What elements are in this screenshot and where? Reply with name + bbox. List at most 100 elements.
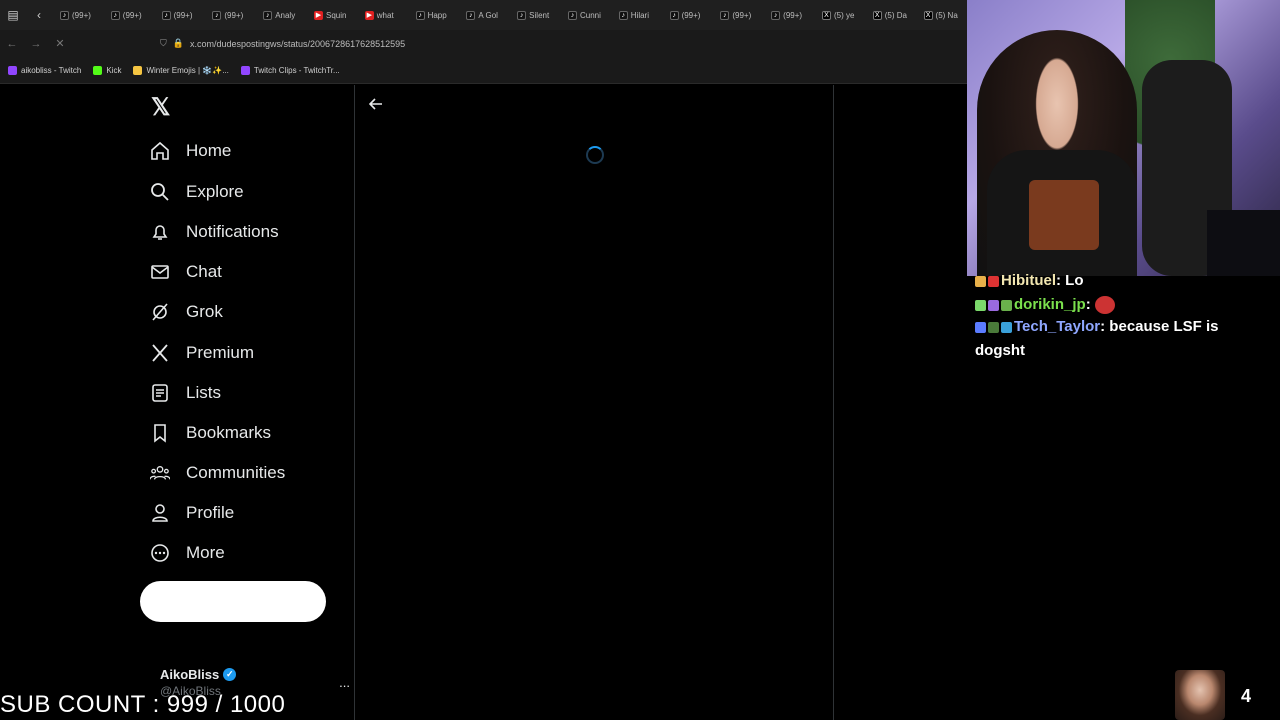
home-icon — [150, 141, 170, 161]
browser-tab[interactable]: ♪ Analy — [255, 0, 306, 30]
browser-tab[interactable]: ♪ Happ — [408, 0, 459, 30]
tab-label: (99+) — [732, 10, 752, 20]
tab-label: (99+) — [122, 10, 142, 20]
browser-tab[interactable]: ♪ A Gol — [458, 0, 509, 30]
sidebar-item-home[interactable]: Home — [150, 131, 231, 171]
browser-tab[interactable]: X (5) ye — [814, 0, 865, 30]
x-sidebar: 𝕏 Home Explore Notifications Chat Grok Premiu… — [140, 85, 354, 720]
bookmarks-bar: aikobliss - Twitch Kick Winter Emojis | ❄️… — [0, 57, 967, 84]
sidebar-item-label: Explore — [186, 182, 244, 201]
x-favicon-icon: X — [821, 10, 831, 20]
sidebar-item-premium[interactable]: Premium — [150, 333, 254, 373]
tiktok-favicon-icon: ♪ — [415, 10, 425, 20]
bookmark-item[interactable]: aikobliss - Twitch — [8, 65, 81, 75]
tab-label: (99+) — [173, 10, 193, 20]
tiktok-favicon-icon: ♪ — [567, 10, 577, 20]
tab-label: (99+) — [783, 10, 803, 20]
counter-number: 4 — [1241, 686, 1252, 706]
tab-label: Squin — [325, 10, 347, 20]
chat-message: dorikin_jp: — [975, 293, 1245, 317]
more-circle-icon — [150, 543, 170, 563]
bookmark-item[interactable]: Winter Emojis | ❄️✨... — [133, 65, 229, 75]
tiktok-favicon-icon: ♪ — [771, 10, 781, 20]
bookmark-item[interactable]: Twitch Clips - TwitchTr... — [240, 65, 340, 75]
verified-badge-icon: ✓ — [223, 668, 237, 681]
sidebar-item-grok[interactable]: Grok — [150, 292, 223, 332]
url-field[interactable]: ⛉ 🔒 x.com/dudespostingws/status/20067286… — [160, 38, 405, 49]
browser-tab[interactable]: ♪ Cunni — [560, 0, 611, 30]
url-text: x.com/dudespostingws/status/200672861762… — [189, 38, 406, 49]
chat-username: Tech_Taylor — [1014, 318, 1101, 335]
tiktok-favicon-icon: ♪ — [517, 10, 527, 20]
sidebar-item-profile[interactable]: Profile — [150, 493, 234, 533]
x-page: 𝕏 Home Explore Notifications Chat Grok Premiu… — [0, 85, 967, 720]
forward-nav-icon[interactable]: → — [24, 38, 48, 50]
tab-scroll-left-icon[interactable]: ‹ — [26, 0, 52, 30]
browser-tab[interactable]: ♪ Hilari — [611, 0, 662, 30]
x-favicon-icon: X — [923, 10, 933, 20]
badge-icon — [975, 321, 986, 333]
stream-chat: Hibituel: Lo dorikin_jp: Tech_Taylor: be… — [967, 272, 1280, 720]
browser-tab[interactable]: ♪ (99+) — [154, 0, 205, 30]
people-icon — [150, 463, 170, 483]
sidebar-item-chat[interactable]: Chat — [150, 252, 222, 292]
browser-tab[interactable]: ♪ (99+) — [662, 0, 713, 30]
bookmark-label: Twitch Clips - TwitchTr... — [253, 65, 340, 75]
badge-icon — [975, 299, 986, 311]
badge-icon — [1001, 299, 1012, 311]
tab-overview-icon[interactable]: ▤ — [0, 0, 26, 30]
browser-tab[interactable]: ▶ Squin — [306, 0, 357, 30]
youtube-favicon-icon: ▶ — [364, 10, 374, 20]
bell-icon — [150, 222, 170, 242]
stop-icon[interactable]: ✕ — [48, 37, 72, 50]
browser-tab[interactable]: ♪ (99+) — [204, 0, 255, 30]
sidebar-item-label: Premium — [186, 343, 255, 362]
emote-icon — [1094, 296, 1115, 315]
browser-tab[interactable]: ▶ what — [357, 0, 408, 30]
sidebar-item-label: Home — [186, 141, 232, 160]
sidebar-item-label: More — [186, 543, 225, 562]
sidebar-item-notifications[interactable]: Notifications — [150, 212, 279, 252]
browser-tab[interactable]: ♪ Silent — [509, 0, 560, 30]
account-more-icon[interactable]: ... — [339, 675, 350, 690]
main-column — [354, 85, 834, 720]
back-nav-icon[interactable]: ← — [0, 38, 24, 50]
x-logo-icon[interactable]: 𝕏 — [151, 96, 173, 120]
address-bar: ← → ✕ ⛉ 🔒 x.com/dudespostingws/status/20… — [0, 30, 967, 57]
chat-message: Hibituel: Lo — [975, 269, 1245, 293]
tab-label: Analy — [275, 10, 296, 20]
sidebar-item-more[interactable]: More — [150, 533, 225, 573]
list-icon — [150, 383, 170, 403]
browser-tab[interactable]: ♪ (99+) — [103, 0, 154, 30]
shield-icon: ⛉ — [160, 38, 167, 48]
tab-label: Happ — [427, 10, 447, 20]
sidebar-item-label: Notifications — [186, 222, 279, 241]
desk — [1207, 210, 1280, 276]
browser-tab[interactable]: ♪ (99+) — [52, 0, 103, 30]
browser-tab[interactable]: X (5) Na — [916, 0, 967, 30]
sidebar-item-label: Profile — [186, 503, 235, 522]
tiktok-favicon-icon: ♪ — [161, 10, 171, 20]
sidebar-item-explore[interactable]: Explore — [150, 172, 244, 212]
post-button[interactable] — [140, 581, 326, 622]
tab-label: (5) ye — [833, 10, 855, 20]
chat-username: dorikin_jp — [1014, 296, 1086, 313]
youtube-favicon-icon: ▶ — [313, 10, 323, 20]
tab-label: (99+) — [681, 10, 701, 20]
sidebar-item-lists[interactable]: Lists — [150, 373, 221, 413]
chat-username: Hibituel — [1001, 272, 1056, 289]
bookmark-item[interactable]: Kick — [93, 65, 121, 75]
mail-icon — [150, 262, 170, 282]
browser-tab[interactable]: ♪ (99+) — [712, 0, 763, 30]
browser-tab-bar: ▤ ‹ ♪ (99+) ♪ (99+) ♪ (99+) ♪ (99+) ♪ Analy ▶ Squin… — [0, 0, 967, 30]
bookmark-favicon-icon — [133, 65, 143, 75]
tiktok-favicon-icon: ♪ — [669, 10, 679, 20]
sidebar-item-bookmarks[interactable]: Bookmarks — [150, 413, 271, 453]
browser-tab[interactable]: ♪ (99+) — [763, 0, 814, 30]
tiktok-favicon-icon: ♪ — [110, 10, 120, 20]
arrow-left-icon[interactable] — [368, 97, 383, 114]
sidebar-item-communities[interactable]: Communities — [150, 453, 285, 493]
tab-label: Cunni — [579, 10, 601, 20]
tab-label: what — [376, 10, 394, 20]
browser-tab[interactable]: X (5) Da — [865, 0, 916, 30]
